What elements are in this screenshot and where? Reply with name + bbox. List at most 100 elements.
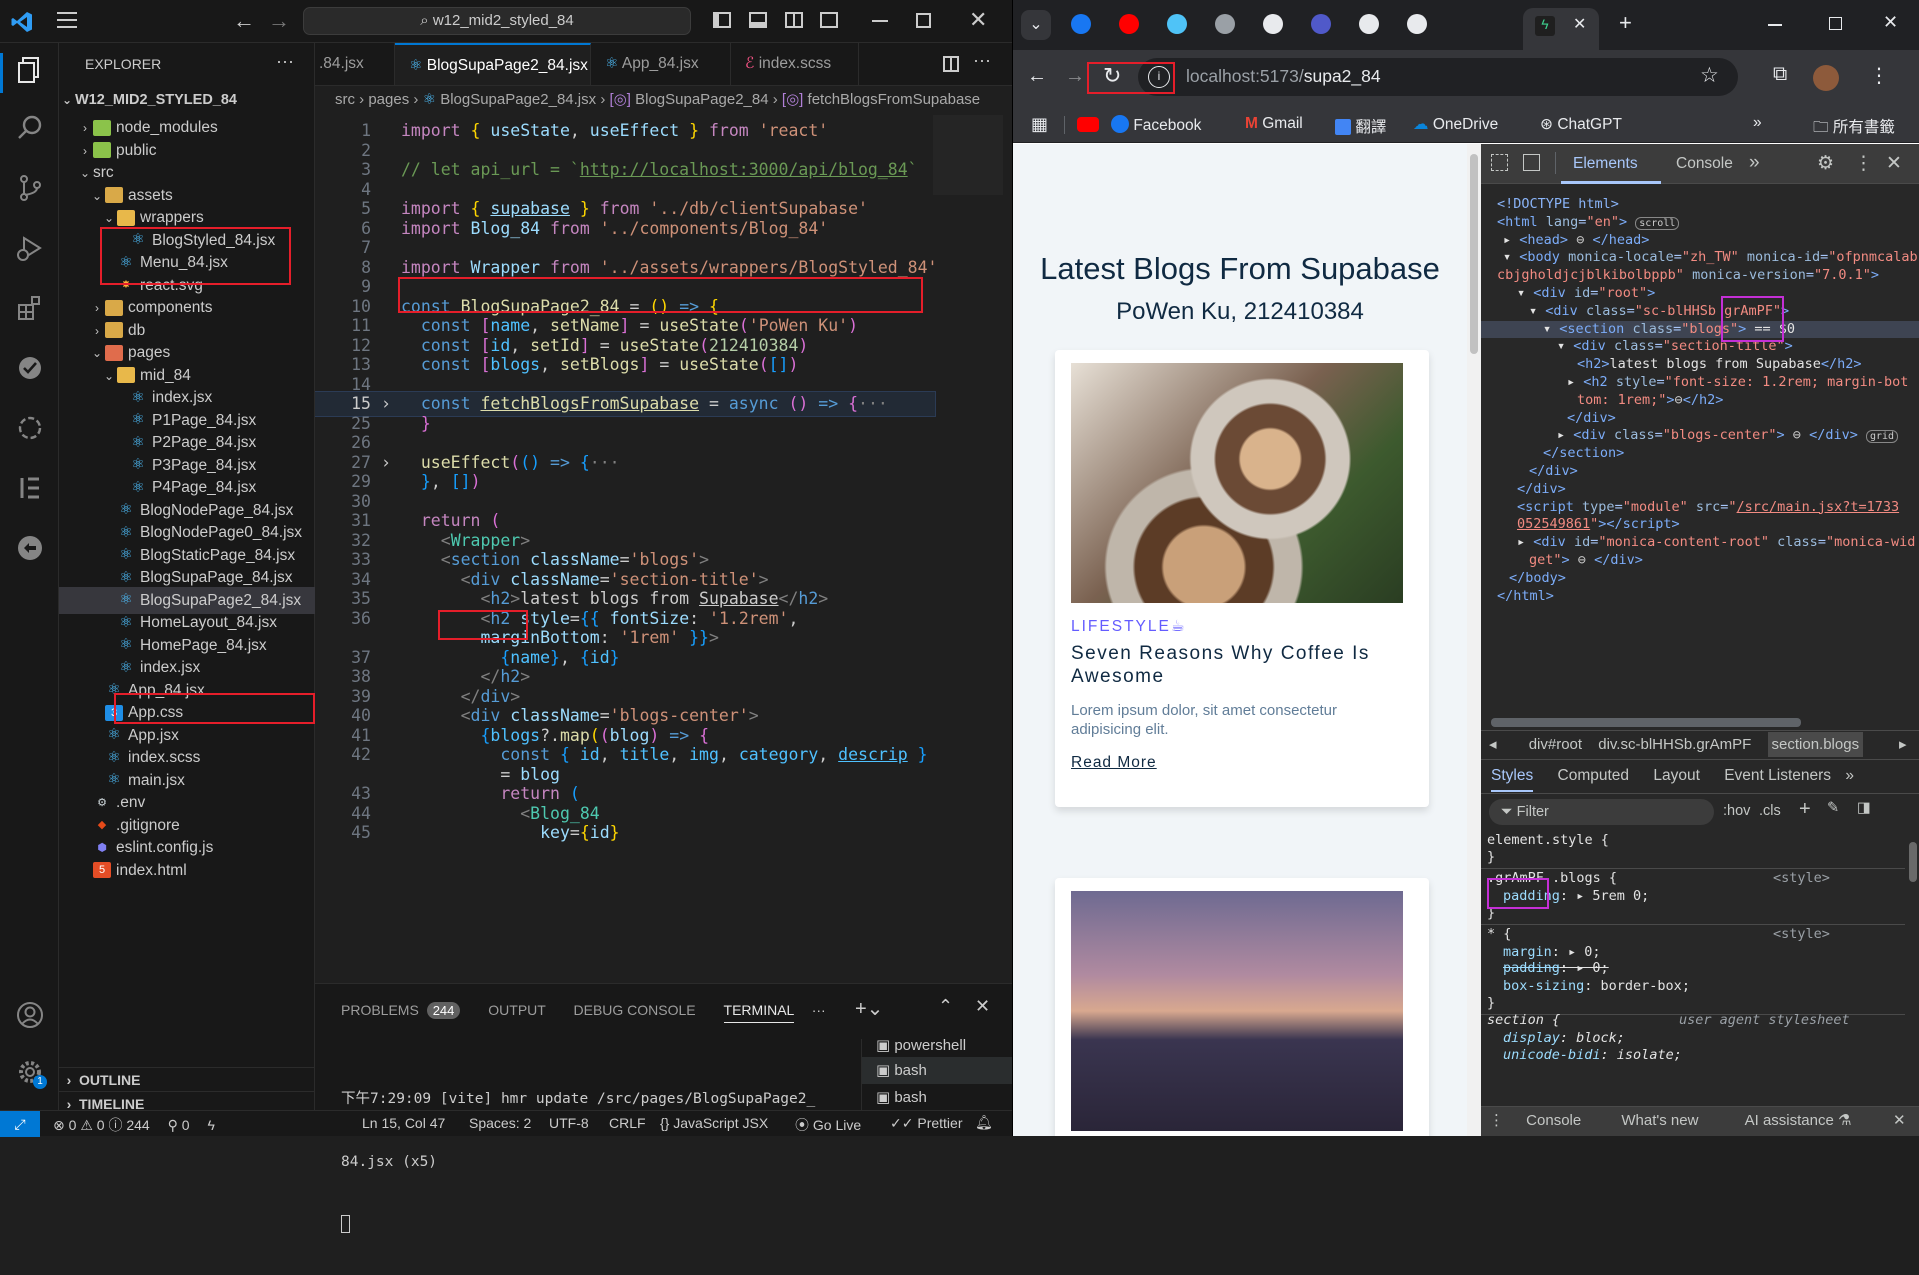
- dom-node-line[interactable]: ▸ <div id="monica-content-root" class="m…: [1517, 534, 1915, 552]
- devtools-menu-icon[interactable]: ⋮: [1854, 152, 1873, 175]
- dom-node-line[interactable]: </html>: [1497, 588, 1554, 606]
- dom-node-line[interactable]: <h2>latest blogs from Supabase</h2>: [1577, 356, 1861, 374]
- new-tab-icon[interactable]: +: [1619, 10, 1632, 36]
- dom-tree[interactable]: <!DOCTYPE html> <html lang="en"> scroll ▸ …: [1481, 188, 1919, 608]
- dom-node-line[interactable]: 052549861"></script>: [1517, 516, 1680, 534]
- settings-gear-icon[interactable]: 1: [13, 1055, 47, 1089]
- tab-terminal[interactable]: TERMINAL: [723, 1002, 794, 1023]
- styles-pane[interactable]: element.style {} .grAmPF .blogs {<style> p…: [1481, 832, 1905, 1102]
- facebook-icon[interactable]: [1071, 14, 1091, 34]
- devtools-close-icon[interactable]: ✕: [1886, 152, 1902, 175]
- explorer-more-icon[interactable]: ···: [276, 51, 294, 72]
- line-ending[interactable]: CRLF: [609, 1115, 646, 1131]
- minimap[interactable]: [933, 115, 1003, 195]
- breadcrumb-item[interactable]: src: [335, 91, 355, 108]
- tab-console[interactable]: Console: [1676, 155, 1733, 173]
- dom-node-line[interactable]: ▸ <head> ⊖ </head>: [1503, 232, 1649, 250]
- dom-node-line[interactable]: </div>: [1567, 410, 1616, 428]
- root-folder[interactable]: ⌄ W12_MID2_STYLED_84: [59, 87, 237, 114]
- inspect-icon[interactable]: [1491, 154, 1508, 171]
- dom-crumb[interactable]: div.sc-blHHSb.grAmPF: [1598, 736, 1751, 753]
- globe-icon[interactable]: [1215, 14, 1235, 34]
- back-icon[interactable]: ←: [1027, 65, 1047, 88]
- dom-node-line[interactable]: ▾ <div class="sc-blHHSb grAmPF">: [1529, 303, 1789, 321]
- chatgpt-icon[interactable]: [1407, 14, 1427, 34]
- filter-input[interactable]: ⏷ Filter: [1489, 799, 1714, 825]
- dom-node-line[interactable]: ▾ <div class="section-title">: [1557, 338, 1793, 356]
- css-rule-line[interactable]: }: [1487, 849, 1899, 867]
- css-rule-line[interactable]: padding: ▸ 0;: [1503, 960, 1899, 978]
- close-window-icon[interactable]: ✕: [969, 7, 987, 33]
- more-bookmarks-icon[interactable]: »: [1753, 114, 1762, 132]
- css-rule-line[interactable]: padding: ▸ 5rem 0;: [1503, 888, 1899, 906]
- all-bookmarks[interactable]: 🗀 所有書籤: [1813, 115, 1895, 142]
- account-icon[interactable]: [13, 998, 47, 1032]
- address-bar[interactable]: i localhost:5173/supa2_84 ☆: [1138, 58, 1738, 96]
- dom-node-line[interactable]: <!DOCTYPE html>: [1497, 196, 1619, 214]
- terminal-session[interactable]: ▣ powershell: [862, 1039, 1012, 1057]
- back-arrow-icon[interactable]: ←: [233, 8, 255, 34]
- breadcrumb-item[interactable]: BlogSupaPage2_84.jsx: [440, 91, 596, 108]
- css-rule-line[interactable]: display: block;: [1503, 1030, 1899, 1048]
- hov-button[interactable]: :hov: [1723, 803, 1750, 819]
- css-rule-line[interactable]: unicode-bidi: isolate;: [1503, 1047, 1899, 1065]
- site-info-icon[interactable]: i: [1148, 66, 1170, 88]
- testing-icon[interactable]: [13, 351, 47, 385]
- split-editor-icon[interactable]: [943, 56, 959, 72]
- breadcrumb-item[interactable]: pages: [368, 91, 409, 108]
- dom-node-line[interactable]: get"> ⊖ </div>: [1529, 552, 1643, 570]
- close-window-icon[interactable]: ✕: [1883, 12, 1898, 33]
- search-icon[interactable]: [13, 111, 47, 145]
- youtube-icon[interactable]: [1119, 14, 1139, 34]
- dom-node-line[interactable]: </body>: [1509, 570, 1566, 588]
- dom-node-line[interactable]: </div>: [1517, 481, 1566, 499]
- css-rule-line[interactable]: section {user agent stylesheet: [1487, 1012, 1899, 1030]
- dom-node-line[interactable]: cbjgholdjcjblkibolbppb" monica-version="…: [1497, 267, 1879, 285]
- editor-more-icon[interactable]: ···: [973, 50, 991, 71]
- tab-blogsupapage2[interactable]: ⚛ BlogSupaPage2_84.jsx ✕: [395, 43, 609, 85]
- dom-node-line[interactable]: </section>: [1543, 445, 1624, 463]
- bookmark-facebook[interactable]: Facebook: [1111, 115, 1201, 135]
- run-debug-icon[interactable]: [13, 231, 47, 265]
- threads-icon[interactable]: [1359, 14, 1379, 34]
- terminal-session[interactable]: ▣ bash: [862, 1057, 1012, 1084]
- tab-styles[interactable]: Styles: [1491, 767, 1534, 792]
- notifications-icon[interactable]: 🔔︎: [975, 1114, 993, 1131]
- command-center-search[interactable]: ⌕ w12_mid2_styled_84: [303, 7, 691, 35]
- dom-crumb[interactable]: div#root: [1529, 736, 1582, 753]
- bookmark-chatgpt[interactable]: ⊛ ChatGPT: [1540, 115, 1622, 134]
- encoding[interactable]: UTF-8: [549, 1115, 589, 1131]
- tab-layout[interactable]: Layout: [1653, 767, 1700, 784]
- sidebar-toggle-icon[interactable]: ◨: [1857, 800, 1871, 816]
- forward-icon[interactable]: →: [1065, 65, 1085, 88]
- forward-arrow-icon[interactable]: →: [268, 8, 290, 34]
- tab-indexscss[interactable]: ℰ index.scss: [731, 43, 859, 85]
- dom-node-line[interactable]: ▸ <div class="blogs-center"> ⊖ </div> gr…: [1557, 427, 1899, 445]
- panel-maximize-icon[interactable]: ⌃: [938, 996, 953, 1017]
- tab-prev[interactable]: .84.jsx: [315, 43, 395, 85]
- css-rule-line[interactable]: }: [1487, 995, 1899, 1013]
- more-tabs-icon[interactable]: »: [1749, 152, 1760, 174]
- active-tab[interactable]: ϟ ✕: [1523, 8, 1599, 50]
- terminal-session[interactable]: ▣ bash: [862, 1084, 1012, 1111]
- dom-node-line[interactable]: ▾ <div id="root">: [1517, 285, 1655, 303]
- drawer-close-icon[interactable]: ✕: [1893, 1107, 1906, 1135]
- devtools-settings-icon[interactable]: ⚙: [1817, 152, 1834, 175]
- tab-elements[interactable]: Elements: [1573, 155, 1638, 173]
- drawer-ai-assistance[interactable]: AI assistance: [1745, 1112, 1834, 1129]
- tab-app84[interactable]: ⚛ App_84.jsx: [591, 43, 731, 85]
- css-rule-line[interactable]: }: [1487, 905, 1899, 923]
- new-rule-icon[interactable]: +: [1799, 798, 1811, 821]
- toggle-panel-icon[interactable]: [749, 12, 767, 28]
- bookmark-translate[interactable]: 翻譯: [1335, 115, 1386, 137]
- tab-output[interactable]: OUTPUT: [488, 1002, 545, 1018]
- read-more-link[interactable]: Read More: [1071, 754, 1157, 772]
- dom-node-line[interactable]: tom: 1rem;">⊖</h2>: [1577, 392, 1723, 410]
- customize-layout-icon[interactable]: [820, 12, 838, 28]
- breadcrumb-item[interactable]: BlogSupaPage2_84: [635, 91, 768, 108]
- close-tab-icon[interactable]: ✕: [1573, 14, 1586, 34]
- tab-search-icon[interactable]: ⌄: [1021, 10, 1051, 40]
- outline-section[interactable]: › OUTLINE: [59, 1067, 315, 1091]
- css-rule-line[interactable]: box-sizing: border-box;: [1503, 978, 1899, 996]
- toggle-secondary-sidebar-icon[interactable]: [785, 12, 803, 28]
